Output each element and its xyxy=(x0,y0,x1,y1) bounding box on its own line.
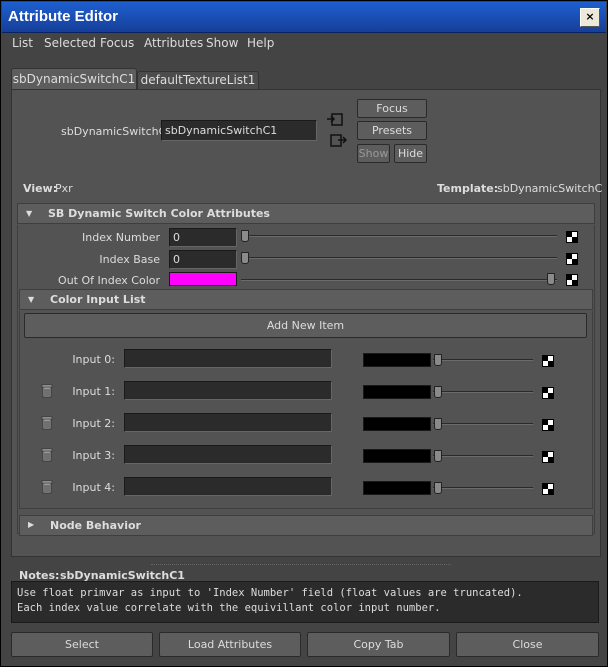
section-title-color-input-list: Color Input List xyxy=(50,293,146,306)
attribute-editor-window: Attribute Editor × List Selected Focus A… xyxy=(0,0,608,667)
input-color-map-icon[interactable] xyxy=(542,387,554,399)
input-connection-field[interactable] xyxy=(124,413,332,432)
input-connection-field[interactable] xyxy=(124,477,332,496)
menu-selected[interactable]: Selected xyxy=(44,36,96,50)
node-name-field[interactable]: sbDynamicSwitchC1 xyxy=(161,120,317,141)
input-color-map-icon[interactable] xyxy=(542,419,554,431)
input-color-swatch[interactable] xyxy=(363,353,431,367)
input-color-swatch[interactable] xyxy=(363,385,431,399)
out-of-index-color-swatch[interactable] xyxy=(169,272,237,286)
menu-bar: List Selected Focus Attributes Show Help xyxy=(2,33,606,53)
notes-line-2: Each index value correlate with the equi… xyxy=(17,602,441,614)
input-color-slider-track[interactable] xyxy=(433,359,533,361)
menu-attributes[interactable]: Attributes xyxy=(144,36,203,50)
tab-sbdynamicswitchc1[interactable]: sbDynamicSwitchC1 xyxy=(11,68,137,90)
template-value: sbDynamicSwitchC xyxy=(497,182,603,195)
index-base-slider-handle[interactable] xyxy=(241,252,249,264)
input-color-swatch[interactable] xyxy=(363,481,431,495)
input-label: Input 0: xyxy=(72,353,115,366)
input-label: Input 3: xyxy=(72,449,115,462)
index-number-field[interactable]: 0 xyxy=(169,228,237,247)
section-header-color-input-list[interactable]: ▼ Color Input List xyxy=(19,289,593,310)
section-header-node-behavior[interactable]: ▶ Node Behavior xyxy=(19,515,593,536)
hide-button[interactable]: Hide xyxy=(394,144,427,163)
load-attributes-button[interactable]: Load Attributes xyxy=(159,632,301,657)
collapse-arrow-icon: ▼ xyxy=(28,295,35,304)
tab-defaulttexturelist1[interactable]: defaultTextureList1 xyxy=(137,71,259,90)
input-color-map-icon[interactable] xyxy=(542,451,554,463)
presets-button[interactable]: Presets xyxy=(357,121,427,140)
notes-text-area[interactable]: Use float primvar as input to 'Index Num… xyxy=(11,581,599,623)
section-title-color-attributes: SB Dynamic Switch Color Attributes xyxy=(48,207,270,220)
input-color-map-icon[interactable] xyxy=(542,483,554,495)
out-of-index-color-label: Out Of Index Color xyxy=(58,274,160,287)
input-label: Input 2: xyxy=(72,417,115,430)
index-number-label: Index Number xyxy=(82,231,160,244)
menu-help[interactable]: Help xyxy=(247,36,274,50)
view-value: Pxr xyxy=(55,182,73,195)
output-connection-icon[interactable] xyxy=(330,134,348,148)
notes-line-1: Use float primvar as input to 'Index Num… xyxy=(17,587,523,599)
input-color-swatch[interactable] xyxy=(363,417,431,431)
input-color-slider-handle[interactable] xyxy=(434,418,442,430)
index-base-field[interactable]: 0 xyxy=(169,250,237,269)
menu-list[interactable]: List xyxy=(12,36,33,50)
input-color-swatch[interactable] xyxy=(363,449,431,463)
show-button[interactable]: Show xyxy=(357,144,390,163)
input-color-slider-track[interactable] xyxy=(433,423,533,425)
input-connection-field[interactable] xyxy=(124,349,332,368)
out-of-index-color-slider-handle[interactable] xyxy=(547,273,555,285)
title-bar[interactable]: Attribute Editor × xyxy=(2,2,606,33)
index-number-slider-track[interactable] xyxy=(241,235,557,237)
input-label: Input 4: xyxy=(72,481,115,494)
out-of-index-color-map-icon[interactable] xyxy=(566,274,578,286)
section-title-node-behavior: Node Behavior xyxy=(50,519,141,532)
input-color-slider-track[interactable] xyxy=(433,455,533,457)
input-color-slider-handle[interactable] xyxy=(434,450,442,462)
expand-arrow-icon: ▶ xyxy=(28,520,35,529)
index-number-map-icon[interactable] xyxy=(566,231,578,243)
template-label: Template: xyxy=(437,182,499,195)
menu-show[interactable]: Show xyxy=(206,36,238,50)
input-color-slider-track[interactable] xyxy=(433,487,533,489)
index-base-slider-track[interactable] xyxy=(241,257,557,259)
window-title: Attribute Editor xyxy=(8,8,118,25)
input-connection-icon[interactable] xyxy=(327,113,345,127)
out-of-index-color-slider-track[interactable] xyxy=(241,279,557,281)
close-window-button[interactable]: × xyxy=(580,8,600,27)
input-color-slider-track[interactable] xyxy=(433,391,533,393)
menu-focus[interactable]: Focus xyxy=(100,36,134,50)
focus-button[interactable]: Focus xyxy=(357,99,427,118)
input-connection-field[interactable] xyxy=(124,381,332,400)
index-number-slider-handle[interactable] xyxy=(241,230,249,242)
panel-resize-handle[interactable] xyxy=(151,564,451,565)
input-color-slider-handle[interactable] xyxy=(434,482,442,494)
view-label: View: xyxy=(23,182,58,195)
add-new-item-button[interactable]: Add New Item xyxy=(24,313,587,338)
section-header-color-attributes[interactable]: ▼ SB Dynamic Switch Color Attributes xyxy=(17,203,595,224)
input-label: Input 1: xyxy=(72,385,115,398)
index-base-map-icon[interactable] xyxy=(566,253,578,265)
input-color-slider-handle[interactable] xyxy=(434,386,442,398)
input-color-slider-handle[interactable] xyxy=(434,354,442,366)
input-color-map-icon[interactable] xyxy=(542,355,554,367)
input-connection-field[interactable] xyxy=(124,445,332,464)
copy-tab-button[interactable]: Copy Tab xyxy=(307,632,450,657)
select-button[interactable]: Select xyxy=(11,632,153,657)
index-base-label: Index Base xyxy=(99,253,160,266)
collapse-arrow-icon: ▼ xyxy=(26,209,33,218)
close-button[interactable]: Close xyxy=(456,632,599,657)
node-name-label: sbDynamicSwitchC: xyxy=(61,125,170,138)
